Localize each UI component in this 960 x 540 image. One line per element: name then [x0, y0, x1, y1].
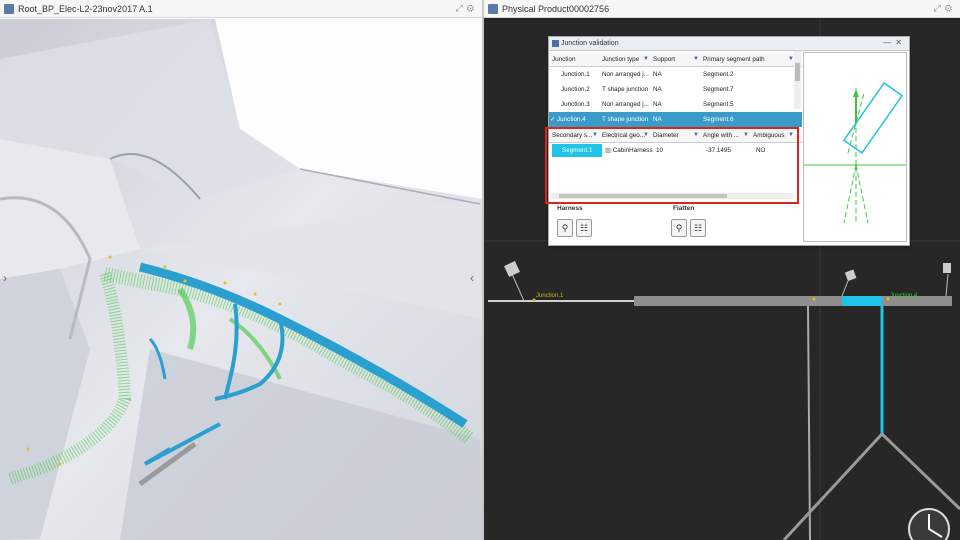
document-icon	[488, 4, 498, 14]
flatten-tree-icon[interactable]: ☷	[690, 219, 706, 237]
car-interior-3d-scene[interactable]	[0, 19, 482, 540]
table-row[interactable]: Junction.3 Non arranged j... NA Segment.…	[549, 97, 802, 112]
left-window-title: Root_BP_Elec-L2-23nov2017 A.1	[18, 3, 153, 14]
junction-table-scrollbar[interactable]	[794, 51, 801, 109]
left-3d-viewport[interactable]: › ‹	[0, 19, 482, 540]
harness-tree-icon[interactable]: ☷	[576, 219, 592, 237]
collapse-right-arrow-icon[interactable]: ‹	[470, 271, 474, 285]
flatten-section-label: Flatten	[673, 205, 695, 212]
table-row[interactable]: Junction.2 T shape junction NA Segment.7	[549, 82, 802, 97]
junction-label-left[interactable]: Junction.1	[536, 293, 563, 299]
table-row[interactable]: Junction.1 Non arranged j... NA Segment.…	[549, 67, 802, 82]
left-window-titlebar: Root_BP_Elec-L2-23nov2017 A.1 ⤢⚙	[0, 0, 482, 18]
filter-icon[interactable]: ▼	[643, 56, 649, 62]
junction-table-header: Junction Junction type ▼ Support ▼ Primary…	[549, 53, 802, 67]
collapse-left-arrow-icon[interactable]: ›	[3, 271, 7, 285]
flatten-zoom-icon[interactable]: ⚲	[671, 219, 687, 237]
left-3d-window[interactable]: Root_BP_Elec-L2-23nov2017 A.1 ⤢⚙ › ‹	[0, 0, 482, 540]
window-controls[interactable]: ⤢⚙	[456, 3, 478, 14]
secondary-segment-highlight-box	[545, 127, 799, 204]
col-support[interactable]: Support ▼	[650, 56, 700, 63]
dialog-title: Junction validation	[561, 40, 619, 47]
col-junction-type[interactable]: Junction type ▼	[599, 56, 650, 63]
dialog-controls[interactable]: —✕	[883, 38, 906, 47]
col-primary-segment[interactable]: Primary segment path ▼	[700, 56, 795, 63]
right-window-title: Physical Product00002756	[502, 3, 610, 14]
junction-preview-panel	[803, 52, 907, 242]
table-row-selected[interactable]: ✓ Junction.4 T shape junction NA Segment…	[549, 112, 802, 127]
filter-icon[interactable]: ▼	[693, 56, 699, 62]
junction-angle-preview	[804, 81, 906, 224]
horizontal-scrollbar[interactable]	[551, 193, 793, 199]
dialog-icon	[552, 40, 559, 47]
dialog-titlebar[interactable]: Junction validation —✕	[549, 37, 909, 51]
junction-label-right[interactable]: Junction.4	[890, 293, 917, 299]
window-controls[interactable]: ⤢⚙	[934, 3, 956, 14]
harness-section-label: Harness	[557, 205, 583, 212]
close-icon[interactable]: ✕	[895, 38, 906, 47]
minimize-icon[interactable]: —	[883, 38, 895, 47]
document-icon	[4, 4, 14, 14]
check-icon: ✓	[550, 116, 556, 123]
right-window-titlebar: Physical Product00002756 ⤢⚙	[484, 0, 960, 18]
junction-table[interactable]: Junction Junction type ▼ Support ▼ Primary…	[549, 53, 802, 127]
harness-zoom-icon[interactable]: ⚲	[557, 219, 573, 237]
col-junction[interactable]: Junction	[549, 56, 599, 63]
